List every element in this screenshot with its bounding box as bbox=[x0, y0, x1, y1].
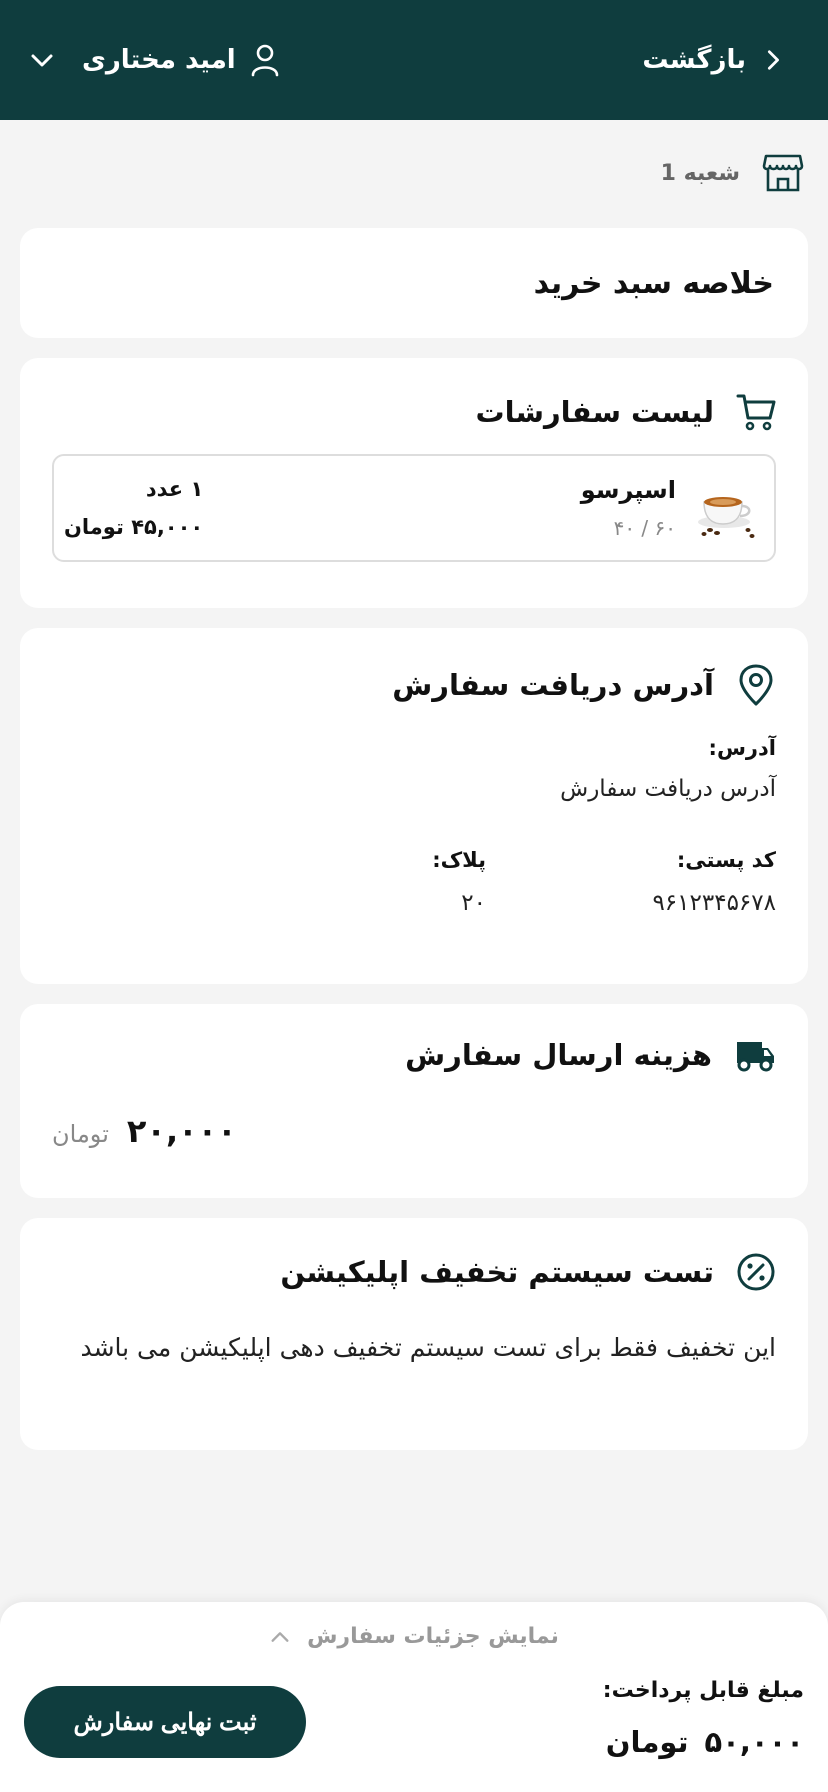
order-meta: ۱ عدد ۴۵,۰۰۰ تومان bbox=[64, 477, 203, 539]
plate-block: پلاک: ۲۰ bbox=[196, 848, 486, 916]
details-toggle-label: نمایش جزئیات سفارش bbox=[307, 1624, 559, 1649]
order-item[interactable]: اسپرسو ۶۰ / ۴۰ ۱ عدد ۴۵,۰۰۰ تومان bbox=[52, 454, 776, 562]
payable-amount: مبلغ قابل پرداخت: ۵۰,۰۰۰ تومان bbox=[603, 1678, 804, 1759]
payable-total: ۵۰,۰۰۰ تومان bbox=[603, 1725, 804, 1759]
address-label: آدرس: bbox=[708, 736, 776, 760]
location-pin-icon bbox=[736, 664, 776, 706]
shipping-card: هزینه ارسال سفارش تومان ۲۰,۰۰۰ bbox=[20, 1004, 808, 1198]
orders-title: لیست سفارشات bbox=[475, 395, 714, 429]
payable-label: مبلغ قابل پرداخت: bbox=[602, 1678, 804, 1703]
cart-summary-card: خلاصه سبد خرید bbox=[20, 228, 808, 338]
branch-name: شعبه 1 bbox=[660, 160, 740, 186]
checkout-bar: نمایش جزئیات سفارش مبلغ قابل پرداخت: ۵۰,… bbox=[0, 1602, 828, 1792]
shipping-title: هزینه ارسال سفارش bbox=[405, 1038, 712, 1072]
plate-value: ۲۰ bbox=[461, 890, 486, 916]
address-details-row: کد پستی: ۹۶۱۲۳۴۵۶۷۸ پلاک: ۲۰ bbox=[52, 848, 776, 916]
address-title: آدرس دریافت سفارش bbox=[392, 668, 714, 702]
address-card: آدرس دریافت سفارش آدرس: آدرس دریافت سفار… bbox=[20, 628, 808, 984]
user-menu[interactable]: امید مختاری bbox=[30, 43, 280, 77]
address-value: آدرس دریافت سفارش bbox=[560, 776, 776, 802]
percent-badge-icon bbox=[736, 1252, 776, 1292]
shipping-cost: تومان ۲۰,۰۰۰ bbox=[52, 1112, 776, 1150]
order-item-option: ۶۰ / ۴۰ bbox=[613, 516, 676, 540]
order-item-name: اسپرسو bbox=[580, 476, 676, 504]
order-item-price: ۴۵,۰۰۰ تومان bbox=[64, 515, 204, 539]
order-item-quantity: ۱ عدد bbox=[145, 477, 204, 501]
order-info: اسپرسو ۶۰ / ۴۰ bbox=[203, 476, 676, 540]
postal-code-value: ۹۶۱۲۳۴۵۶۷۸ bbox=[652, 890, 776, 916]
address-block: آدرس: آدرس دریافت سفارش bbox=[52, 736, 776, 802]
payable-value: ۵۰,۰۰۰ bbox=[704, 1725, 804, 1759]
store-icon bbox=[762, 152, 804, 194]
back-button[interactable]: بازگشت bbox=[642, 45, 784, 75]
shipping-cost-amount: ۲۰,۰۰۰ bbox=[126, 1112, 237, 1150]
show-order-details-toggle[interactable]: نمایش جزئیات سفارش bbox=[0, 1624, 828, 1649]
shipping-cost-unit: تومان bbox=[52, 1120, 109, 1148]
cart-icon bbox=[736, 392, 776, 432]
discount-title: تست سیستم تخفیف اپلیکیشن bbox=[280, 1255, 714, 1289]
orders-card: لیست سفارشات اسپرسو ۶۰ / ۴۰ ۱ عدد ۴۵,۰۰۰ bbox=[20, 358, 808, 608]
top-bar: بازگشت امید مختاری bbox=[0, 0, 828, 120]
payable-unit: تومان bbox=[605, 1725, 689, 1759]
discount-card: تست سیستم تخفیف اپلیکیشن این تخفیف فقط ب… bbox=[20, 1218, 808, 1450]
page-title: خلاصه سبد خرید bbox=[533, 265, 774, 301]
chevron-down-icon bbox=[30, 48, 54, 72]
discount-header: تست سیستم تخفیف اپلیکیشن bbox=[52, 1252, 776, 1292]
chevron-right-icon bbox=[762, 49, 784, 71]
back-label: بازگشت bbox=[642, 45, 746, 75]
plate-label: پلاک: bbox=[432, 848, 486, 872]
discount-description: این تخفیف فقط برای تست سیستم تخفیف دهی ا… bbox=[80, 1333, 776, 1362]
submit-order-button[interactable]: ثبت نهایی سفارش bbox=[24, 1686, 306, 1758]
branch-indicator: شعبه 1 bbox=[0, 120, 828, 202]
shipping-header: هزینه ارسال سفارش bbox=[52, 1038, 776, 1072]
postal-code-label: کد پستی: bbox=[676, 848, 776, 872]
orders-header: لیست سفارشات bbox=[52, 392, 776, 432]
user-name: امید مختاری bbox=[82, 45, 236, 75]
user-icon bbox=[250, 43, 280, 77]
chevron-up-icon bbox=[269, 1626, 291, 1648]
delivery-truck-icon bbox=[734, 1038, 776, 1072]
address-header: آدرس دریافت سفارش bbox=[52, 664, 776, 706]
postal-code-block: کد پستی: ۹۶۱۲۳۴۵۶۷۸ bbox=[486, 848, 776, 916]
espresso-cup-image bbox=[690, 472, 762, 544]
